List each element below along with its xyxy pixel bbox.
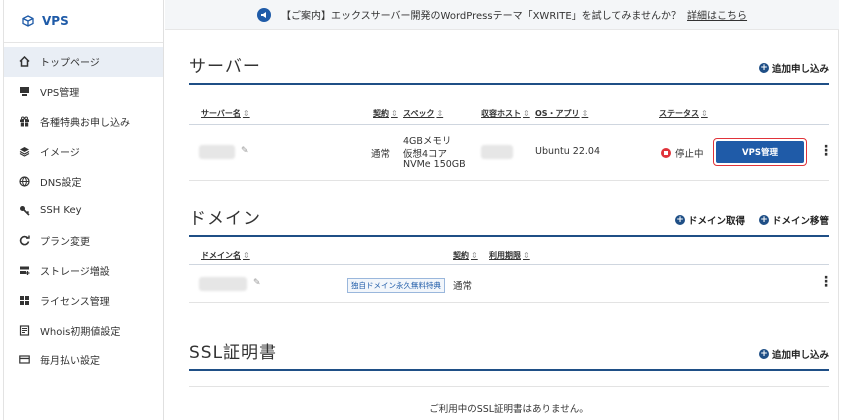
domain-get-label: ドメイン取得 [687,216,745,227]
sidebar-item-label: SSH Key [40,205,82,217]
sidebar-item-label: DNS設定 [40,177,82,189]
vps-manage-label: VPS管理 [716,141,804,163]
sidebar-item-ssh[interactable]: SSH Key [4,196,163,226]
refresh-icon [18,235,30,247]
main-content: 【ご案内】エックスサーバー開発のWordPressテーマ「XWRITE」を試して… [165,0,839,420]
server-add-button[interactable]: + 追加申し込み [758,61,829,75]
ssl-title: SSL証明書 [189,343,278,363]
more-vertical-icon[interactable]: ⋮ [819,274,833,290]
server-spec-cpu: 仮想4コア [403,149,448,160]
col-os[interactable]: OS・アプリ ⇕ [535,108,588,119]
key-icon [18,205,30,217]
server-spec-memory: 4GBメモリ [403,136,452,147]
sidebar-item-monthly[interactable]: 毎月払い設定 [4,345,163,375]
pencil-icon[interactable]: ✎ [253,278,261,288]
table-row: ✎ 通常 4GBメモリ 仮想4コア NVMe 150GB Ubuntu 22.0… [189,125,833,181]
storage-icon [18,264,30,276]
vps-manage-button[interactable]: VPS管理 [713,138,807,166]
gift-icon [18,115,30,127]
sidebar-item-plan[interactable]: プラン変更 [4,226,163,256]
col-contract[interactable]: 契約 ⇕ [373,108,398,119]
server-name-redacted [199,145,235,159]
ssl-empty-message: ご利用中のSSL証明書はありません。 [189,387,829,420]
notice-text: 【ご案内】エックスサーバー開発のWordPressテーマ「XWRITE」を試して… [280,11,682,22]
stop-icon [661,148,671,158]
server-section: サーバー + 追加申し込み サーバー名 ⇕ 契約 ⇕ スペック ⇕ 収容ホスト ⇕ OS… [189,52,833,181]
sidebar-item-label: Whois初期値設定 [40,326,121,338]
sidebar-item-label: トップページ [40,58,100,70]
card-icon [18,354,30,366]
more-vertical-icon[interactable]: ⋮ [819,143,833,159]
plus-circle-icon: + [758,349,769,359]
sidebar: VPS トップページ VPS管理 各種特典お申し込み イメージ DNS設定 SS… [4,0,164,420]
sidebar-item-label: イメージ [40,147,80,159]
col-domain-name[interactable]: ドメイン名 ⇕ [201,250,250,261]
plus-circle-icon: + [758,215,769,225]
domain-get-button[interactable]: + ドメイン取得 [674,213,745,227]
domain-table-header: ドメイン名 ⇕ 契約 ⇕ 利用期限 ⇕ [189,247,829,265]
server-add-label: 追加申し込み [771,64,829,75]
sidebar-item-label: ストレージ増設 [40,266,110,278]
sidebar-item-image[interactable]: イメージ [4,136,163,166]
app-window: VPS トップページ VPS管理 各種特典お申し込み イメージ DNS設定 SS… [3,0,839,420]
col-status[interactable]: ステータス ⇕ [659,108,708,119]
home-icon [18,56,30,68]
ssl-add-button[interactable]: + 追加申し込み [758,347,829,361]
sidebar-item-label: 毎月払い設定 [40,356,100,368]
plus-circle-icon: + [674,215,685,225]
server-icon [18,86,30,98]
domain-transfer-button[interactable]: + ドメイン移管 [758,213,829,227]
megaphone-icon [256,7,271,22]
sidebar-item-label: ライセンス管理 [40,296,110,308]
domain-contract: 通常 [453,281,473,292]
domain-transfer-label: ドメイン移管 [771,216,829,227]
domain-section-header: ドメイン + ドメイン取得 + ドメイン移管 [189,204,829,237]
sidebar-item-label: プラン変更 [40,237,90,249]
document-icon [18,324,30,336]
ssl-table-header [189,371,829,387]
grid-icon [18,294,30,306]
sidebar-item-license[interactable]: ライセンス管理 [4,285,163,315]
col-domain-contract[interactable]: 契約 ⇕ [453,250,478,261]
sidebar-item-whois[interactable]: Whois初期値設定 [4,315,163,345]
col-server-name[interactable]: サーバー名 ⇕ [201,108,250,119]
server-spec-disk: NVMe 150GB [403,159,466,170]
pencil-icon[interactable]: ✎ [241,146,249,156]
sidebar-item-vps[interactable]: VPS管理 [4,77,163,107]
brand[interactable]: VPS [4,0,163,42]
domain-benefit-tag: 独自ドメイン永久無料特典 [347,278,445,293]
domain-title: ドメイン [189,209,261,229]
globe-icon [18,175,30,187]
sidebar-divider [4,42,163,43]
cube-icon [22,15,34,27]
server-title: サーバー [189,57,261,77]
ssl-section-header: SSL証明書 + 追加申し込み [189,338,829,371]
sidebar-item-label: 各種特典お申し込み [40,117,130,129]
col-host[interactable]: 収容ホスト ⇕ [481,108,530,119]
status-badge: 停止中 [661,146,704,160]
server-contract: 通常 [371,149,391,160]
server-host-redacted [481,145,513,159]
domain-name-redacted [199,277,247,291]
ssl-add-label: 追加申し込み [771,350,829,361]
notice-banner: 【ご案内】エックスサーバー開発のWordPressテーマ「XWRITE」を試して… [165,0,839,30]
sidebar-item-storage[interactable]: ストレージ増設 [4,256,163,286]
plus-circle-icon: + [758,63,769,73]
sidebar-item-benefits[interactable]: 各種特典お申し込み [4,107,163,137]
domain-section: ドメイン + ドメイン取得 + ドメイン移管 ドメイン名 ⇕ 契約 ⇕ 利用期限 ⇕ [189,204,833,303]
col-spec[interactable]: スペック ⇕ [403,108,443,119]
sidebar-item-dns[interactable]: DNS設定 [4,166,163,196]
server-os: Ubuntu 22.04 [535,146,600,157]
col-domain-expiry[interactable]: 利用期限 ⇕ [489,250,530,261]
brand-name: VPS [42,14,69,28]
table-row: ✎ 独自ドメイン永久無料特典 通常 ⋮ [189,265,833,303]
sidebar-item-top[interactable]: トップページ [4,47,163,77]
layers-icon [18,145,30,157]
sidebar-item-label: VPS管理 [40,88,80,100]
server-section-header: サーバー + 追加申し込み [189,52,829,85]
server-table-header: サーバー名 ⇕ 契約 ⇕ スペック ⇕ 収容ホスト ⇕ OS・アプリ ⇕ ステータス ⇕ [189,103,829,125]
notice-detail-link[interactable]: 詳細はこちら [687,7,747,22]
ssl-section: SSL証明書 + 追加申し込み ご利用中のSSL証明書はありません。 [189,338,829,420]
